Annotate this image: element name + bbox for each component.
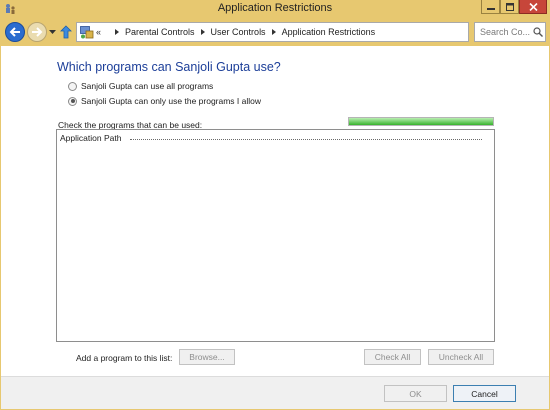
- radio-button[interactable]: [68, 81, 77, 91]
- browse-button[interactable]: Browse...: [179, 349, 235, 365]
- minimize-button[interactable]: [481, 0, 500, 14]
- breadcrumb-parental-controls[interactable]: Parental Controls: [125, 27, 195, 37]
- maximize-button[interactable]: [500, 0, 519, 14]
- title-bar: Application Restrictions: [0, 0, 550, 18]
- main-content: Which programs can Sanjoli Gupta use? Sa…: [1, 46, 549, 376]
- forward-button[interactable]: [27, 22, 47, 42]
- programs-list[interactable]: Application Path: [56, 129, 495, 342]
- navigation-bar: « Parental Controls User Controls Applic…: [0, 19, 550, 45]
- breadcrumb: Parental Controls User Controls Applicat…: [109, 27, 375, 37]
- search-box[interactable]: Search Co...: [474, 22, 546, 42]
- up-arrow-icon[interactable]: [60, 25, 72, 39]
- column-header-divider: [130, 139, 482, 140]
- breadcrumb-separator-icon[interactable]: [271, 29, 276, 35]
- close-button[interactable]: [519, 0, 547, 14]
- radio-allow-selected-programs[interactable]: Sanjoli Gupta can only use the programs …: [68, 96, 261, 106]
- breadcrumb-separator-icon[interactable]: [115, 29, 119, 35]
- add-program-label: Add a program to this list:: [76, 353, 173, 363]
- breadcrumb-application-restrictions[interactable]: Application Restrictions: [282, 27, 376, 37]
- address-bar[interactable]: « Parental Controls User Controls Applic…: [76, 22, 541, 42]
- close-icon: [528, 2, 538, 11]
- window-title: Application Restrictions: [217, 2, 333, 14]
- radio-allow-all-programs[interactable]: Sanjoli Gupta can use all programs: [68, 81, 213, 91]
- ok-button[interactable]: OK: [384, 385, 447, 402]
- minimize-icon: [486, 7, 495, 10]
- radio-label[interactable]: Sanjoli Gupta can only use the programs …: [81, 96, 261, 106]
- dialog-footer: OK Cancel: [1, 376, 549, 409]
- search-input[interactable]: Search Co...: [480, 27, 530, 37]
- page-title: Which programs can Sanjoli Gupta use?: [57, 60, 281, 74]
- application-restrictions-window: Application Restrictions « Parental Cont…: [0, 0, 550, 410]
- radio-label[interactable]: Sanjoli Gupta can use all programs: [81, 81, 213, 91]
- radio-button-selected[interactable]: [68, 96, 77, 106]
- progress-fill: [349, 118, 493, 125]
- back-button[interactable]: [5, 22, 25, 42]
- forward-arrow-icon: [32, 27, 43, 37]
- back-arrow-icon: [9, 27, 20, 37]
- check-all-button[interactable]: Check All: [364, 349, 421, 365]
- search-icon[interactable]: [533, 27, 543, 37]
- uncheck-all-button[interactable]: Uncheck All: [428, 349, 494, 365]
- maximize-icon: [505, 2, 514, 11]
- breadcrumb-user-controls[interactable]: User Controls: [211, 27, 266, 37]
- loading-progress-bar: [348, 117, 494, 126]
- breadcrumb-separator-icon[interactable]: [200, 29, 205, 35]
- breadcrumb-overflow[interactable]: «: [96, 27, 101, 37]
- column-header-application-path[interactable]: Application Path: [60, 133, 121, 143]
- cancel-button[interactable]: Cancel: [453, 385, 516, 402]
- control-panel-icon: [80, 26, 94, 39]
- recent-locations-chevron-down-icon[interactable]: [49, 30, 56, 35]
